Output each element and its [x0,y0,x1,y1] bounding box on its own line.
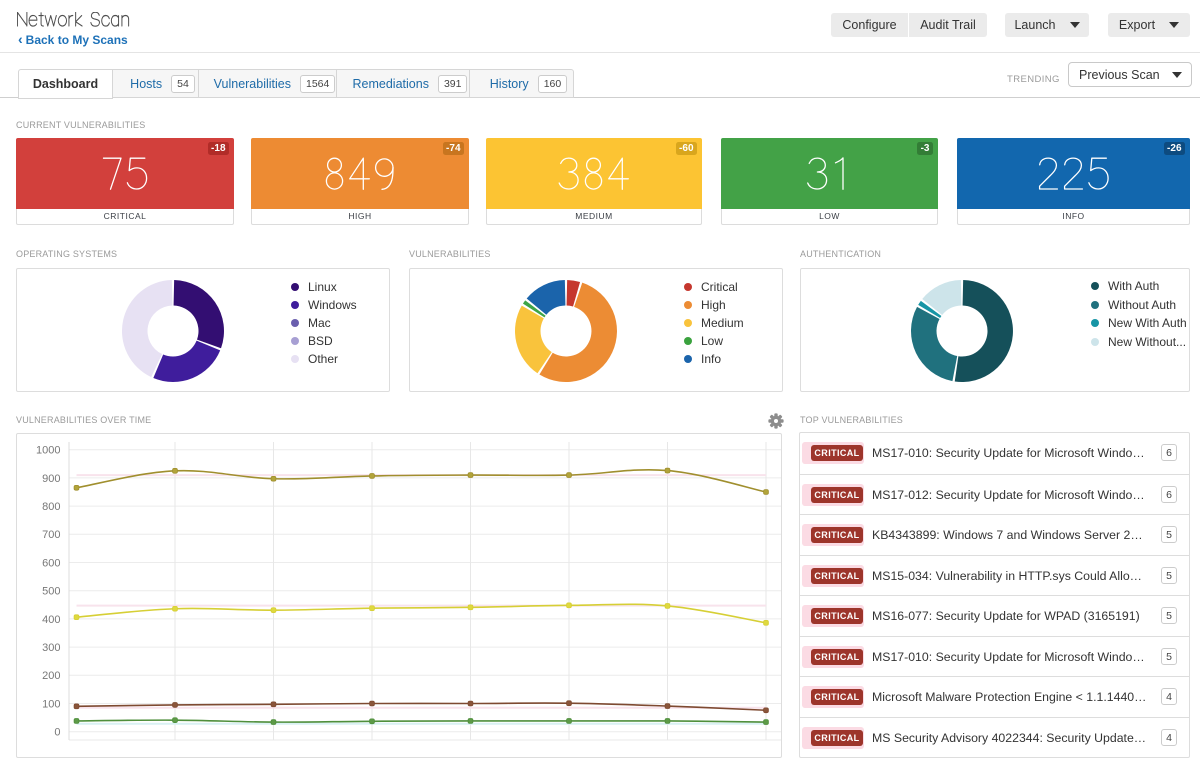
svg-text:1000: 1000 [36,445,60,457]
svg-text:200: 200 [42,670,60,682]
svg-text:400: 400 [42,614,60,626]
svg-text:700: 700 [42,529,60,541]
svg-text:300: 300 [42,642,60,654]
svg-text:100: 100 [42,698,60,710]
svg-text:900: 900 [42,473,60,485]
svg-text:600: 600 [42,557,60,569]
svg-text:800: 800 [42,501,60,513]
svg-text:500: 500 [42,586,60,598]
svg-text:0: 0 [54,727,60,739]
